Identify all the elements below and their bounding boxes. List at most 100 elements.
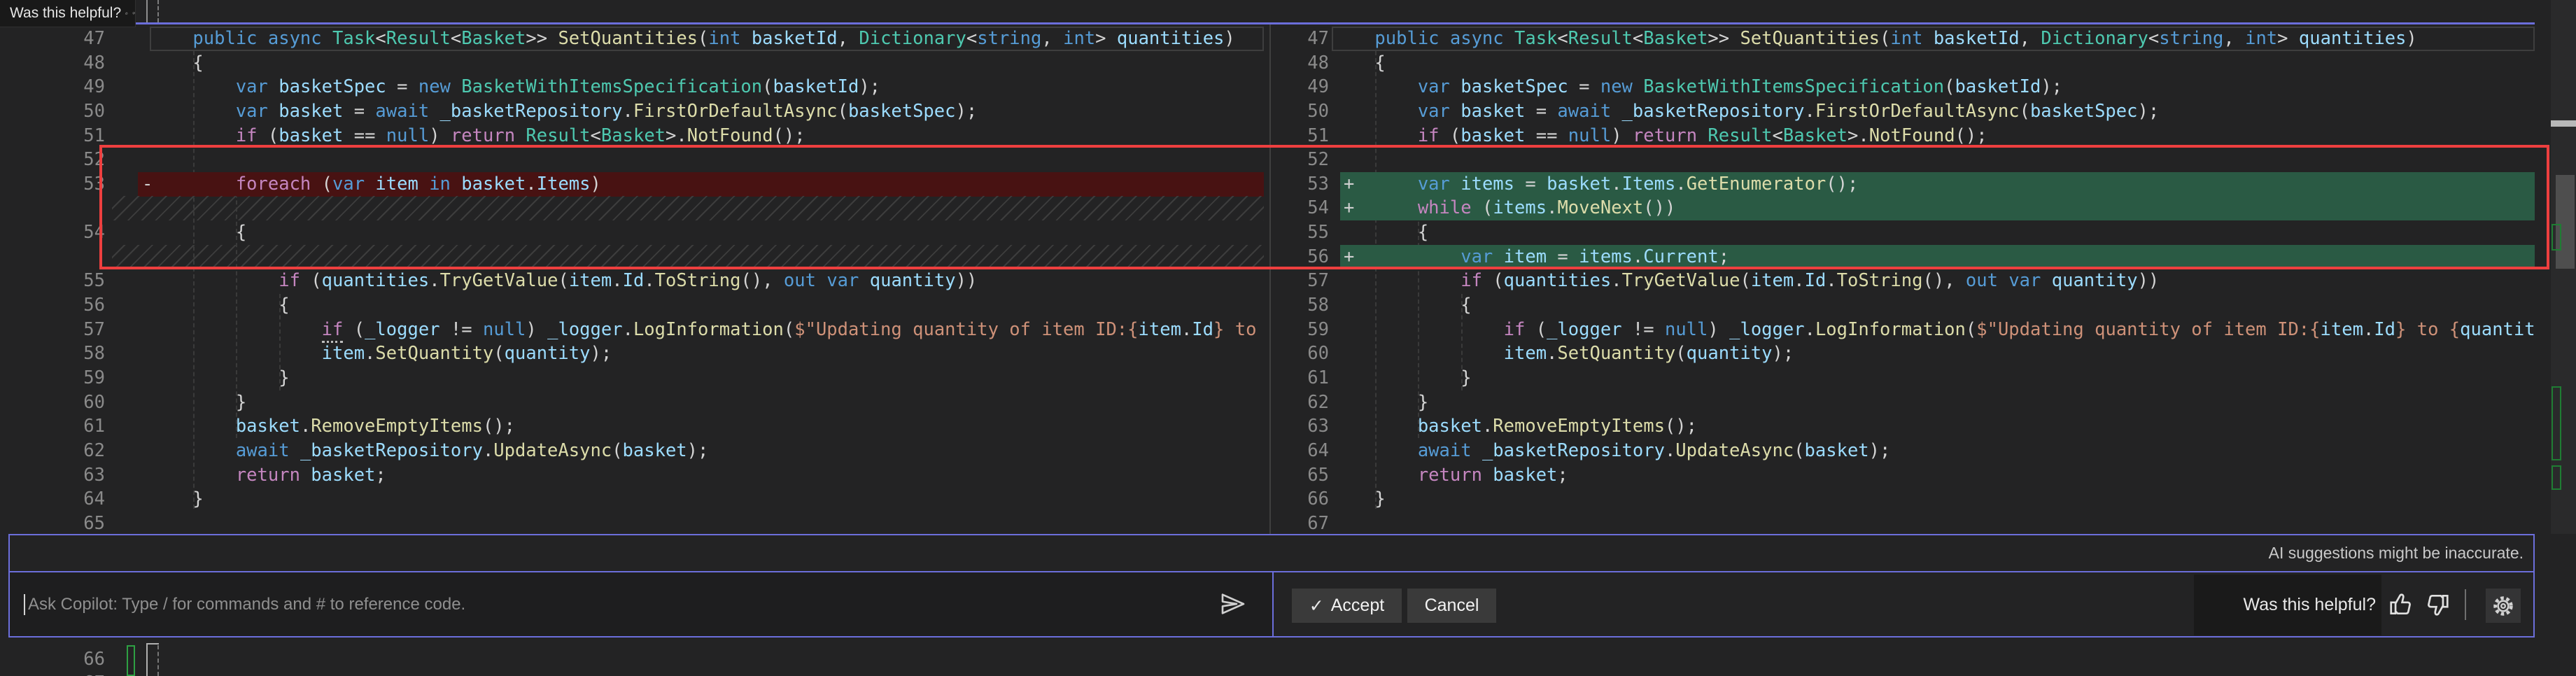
code-text: { — [150, 293, 290, 318]
text-caret — [24, 594, 25, 615]
code-line[interactable]: 53- foreach (var item in basket.Items) — [0, 172, 1264, 197]
feedback-group: Was this helpful? — [2194, 575, 2381, 635]
code-line[interactable]: 54+ while (items.MoveNext()) — [1275, 196, 2535, 220]
toolbar-separator — [2465, 589, 2466, 620]
code-line[interactable]: 47 public async Task<Result<Basket>> Set… — [0, 27, 1264, 51]
line-number: 67 — [1275, 512, 1329, 536]
line-number: 52 — [1275, 148, 1329, 172]
line-number: 65 — [1275, 463, 1329, 488]
code-line[interactable]: 55 if (quantities.TryGetValue(item.Id.To… — [0, 269, 1264, 293]
line-number: 66 — [0, 647, 105, 672]
code-line[interactable]: 63 basket.RemoveEmptyItems(); — [1275, 414, 2535, 439]
code-line[interactable]: 62 } — [1275, 390, 2535, 415]
settings-button[interactable] — [2486, 589, 2521, 623]
code-line[interactable]: 52 — [0, 148, 1264, 172]
code-line[interactable]: 57 if (_logger != null) _logger.LogInfor… — [0, 318, 1264, 342]
gear-icon — [2491, 594, 2515, 618]
send-icon[interactable] — [1219, 590, 1247, 618]
code-line[interactable]: 56 { — [0, 293, 1264, 318]
code-line[interactable]: 63 return basket; — [0, 463, 1264, 488]
widget-actions: ✓ Accept Cancel Was this helpful? — [1274, 572, 2533, 636]
code-line[interactable]: 47 public async Task<Result<Basket>> Set… — [1275, 27, 2535, 51]
code-line[interactable]: 65 — [0, 512, 1264, 536]
code-text: await _basketRepository.UpdateAsync(bask… — [1332, 439, 1890, 463]
code-line[interactable]: 58 item.SetQuantity(quantity); — [0, 341, 1264, 366]
thumbs-up-icon[interactable] — [2388, 591, 2414, 618]
code-line[interactable]: 59 } — [0, 366, 1264, 390]
code-text: var basketSpec = new BasketWithItemsSpec… — [1332, 75, 2062, 99]
check-icon: ✓ — [1309, 596, 1324, 617]
code-line[interactable]: 67 — [1275, 512, 2535, 536]
code-line[interactable] — [0, 196, 1264, 220]
code-line[interactable]: 66 } — [1275, 487, 2535, 512]
code-line[interactable]: 50 var basket = await _basketRepository.… — [0, 99, 1264, 124]
code-line[interactable]: 50 var basket = await _basketRepository.… — [1275, 99, 2535, 124]
code-line[interactable]: 51 if (basket == null) return Result<Bas… — [0, 124, 1264, 148]
editor-sash[interactable] — [1269, 24, 1271, 534]
code-text: { — [150, 220, 246, 245]
code-line[interactable]: 64 await _basketRepository.UpdateAsync(b… — [1275, 439, 2535, 463]
code-text: item.SetQuantity(quantity); — [150, 341, 612, 366]
gutter-added-marker — [127, 645, 135, 676]
code-line[interactable]: 53+ var items = basket.Items.GetEnumerat… — [1275, 172, 2535, 197]
code-text: var item = items.Current; — [1332, 245, 1729, 269]
code-text: foreach (var item in basket.Items) — [150, 172, 601, 197]
code-line[interactable]: 58 { — [1275, 293, 2535, 318]
accept-button[interactable]: ✓ Accept — [1292, 589, 1402, 623]
code-text: var basketSpec = new BasketWithItemsSpec… — [150, 75, 880, 99]
code-text: } — [150, 390, 246, 415]
code-line[interactable]: 57 if (quantities.TryGetValue(item.Id.To… — [1275, 269, 2535, 293]
code-line[interactable]: 55 { — [1275, 220, 2535, 245]
line-number: 62 — [1275, 390, 1329, 415]
code-line[interactable]: 60 item.SetQuantity(quantity); — [1275, 341, 2535, 366]
code-line[interactable]: 52 — [1275, 148, 2535, 172]
code-line[interactable]: 64 } — [0, 487, 1264, 512]
code-line[interactable]: 59 if (_logger != null) _logger.LogInfor… — [1275, 318, 2535, 342]
code-line[interactable]: 51 if (basket == null) return Result<Bas… — [1275, 124, 2535, 148]
code-line[interactable]: 48 { — [0, 51, 1264, 76]
line-number: 63 — [1275, 414, 1329, 439]
line-number: 61 — [0, 414, 105, 439]
code-text: while (items.MoveNext()) — [1332, 196, 1675, 220]
code-line[interactable]: 65 return basket; — [1275, 463, 2535, 488]
diff-filler-hatch — [112, 245, 1264, 269]
code-text: if (_logger != null) _logger.LogInformat… — [150, 318, 1264, 342]
code-line[interactable]: 61 } — [1275, 366, 2535, 390]
code-text: if (quantities.TryGetValue(item.Id.ToStr… — [150, 269, 977, 293]
previous-feedback-bar: Was this helpful? — [0, 0, 136, 27]
copilot-input[interactable]: Ask Copilot: Type / for commands and # t… — [10, 572, 1274, 636]
line-number: 64 — [1275, 439, 1329, 463]
line-number: 50 — [0, 99, 105, 124]
code-line[interactable]: 48 { — [1275, 51, 2535, 76]
overview-added-marker — [2552, 224, 2561, 251]
code-text: if (_logger != null) _logger.LogInformat… — [1332, 318, 2535, 342]
code-line[interactable]: 62 await _basketRepository.UpdateAsync(b… — [0, 439, 1264, 463]
thumbs-down-icon[interactable] — [2424, 591, 2451, 618]
line-number: 59 — [1275, 318, 1329, 342]
thumbs-down-icon[interactable] — [132, 5, 135, 22]
code-line[interactable]: 56+ var item = items.Current; — [1275, 245, 2535, 269]
code-text: basket.RemoveEmptyItems(); — [150, 414, 515, 439]
code-text: return basket; — [150, 463, 386, 488]
code-text: } — [1332, 487, 1386, 512]
code-line[interactable]: 49 var basketSpec = new BasketWithItemsS… — [1275, 75, 2535, 99]
thumbs-up-icon[interactable] — [125, 5, 128, 22]
line-number: 48 — [1275, 51, 1329, 76]
feedback-question: Was this helpful? — [10, 5, 121, 22]
cancel-button[interactable]: Cancel — [1407, 589, 1496, 623]
feedback-question: Was this helpful? — [2244, 595, 2381, 615]
line-number: 54 — [0, 220, 105, 245]
line-number: 59 — [0, 366, 105, 390]
diff-editor-original[interactable]: 47 public async Task<Result<Basket>> Set… — [0, 27, 1264, 536]
overview-added-marker — [2552, 386, 2561, 460]
code-line[interactable]: 49 var basketSpec = new BasketWithItemsS… — [0, 75, 1264, 99]
code-text: if (basket == null) return Result<Basket… — [150, 124, 805, 148]
code-line[interactable]: 61 basket.RemoveEmptyItems(); — [0, 414, 1264, 439]
diff-editor-modified[interactable]: 47 public async Task<Result<Basket>> Set… — [1275, 27, 2535, 536]
code-text: public async Task<Result<Basket>> SetQua… — [150, 27, 1235, 51]
scrollbar-thumb[interactable] — [2556, 175, 2575, 269]
code-line[interactable]: 60 } — [0, 390, 1264, 415]
line-number: 60 — [1275, 341, 1329, 366]
code-line[interactable] — [0, 245, 1264, 269]
code-line[interactable]: 54 { — [0, 220, 1264, 245]
